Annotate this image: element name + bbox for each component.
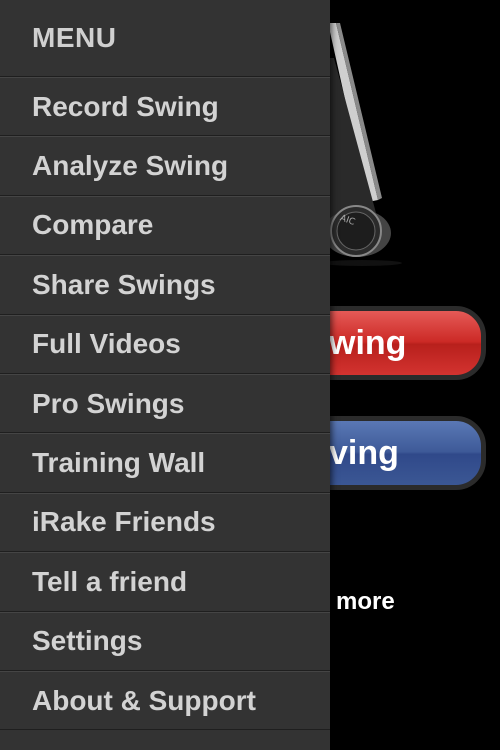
menu-item-label: Tell a friend xyxy=(32,565,188,597)
menu-item-tell-a-friend[interactable]: Tell a friend xyxy=(0,552,330,612)
more-link[interactable]: more xyxy=(336,588,395,616)
menu-item-analyze-swing[interactable]: Analyze Swing xyxy=(0,136,330,196)
menu-item-label: Training Wall xyxy=(32,447,206,479)
menu-item-label: Compare xyxy=(32,209,154,241)
side-menu-drawer: MENU Record Swing Analyze Swing Compare … xyxy=(0,0,330,750)
menu-item-label: Full Videos xyxy=(32,328,181,360)
menu-item-training-wall[interactable]: Training Wall xyxy=(0,433,330,493)
menu-item-compare[interactable]: Compare xyxy=(0,195,330,256)
record-swing-button-label: wing xyxy=(329,323,407,362)
menu-item-about-support[interactable]: About & Support xyxy=(0,670,330,731)
menu-title: MENU xyxy=(32,22,117,53)
menu-item-label: Share Swings xyxy=(32,268,216,300)
menu-item-pro-swings[interactable]: Pro Swings xyxy=(0,373,330,434)
menu-item-record-swing[interactable]: Record Swing xyxy=(0,77,330,137)
menu-item-label: Record Swing xyxy=(32,90,219,122)
menu-item-label: iRake Friends xyxy=(32,506,216,538)
menu-item-label: About & Support xyxy=(32,684,256,716)
analyze-swing-button-label: ving xyxy=(329,433,399,472)
menu-item-label: Settings xyxy=(32,625,143,657)
menu-item-irake-friends[interactable]: iRake Friends xyxy=(0,492,330,553)
menu-item-share-swings[interactable]: Share Swings xyxy=(0,255,330,315)
menu-item-settings[interactable]: Settings xyxy=(0,611,330,671)
menu-item-label: Analyze Swing xyxy=(32,150,229,182)
menu-item-full-videos[interactable]: Full Videos xyxy=(0,314,330,374)
menu-item-label: Pro Swings xyxy=(32,387,185,419)
menu-header: MENU xyxy=(0,0,330,77)
